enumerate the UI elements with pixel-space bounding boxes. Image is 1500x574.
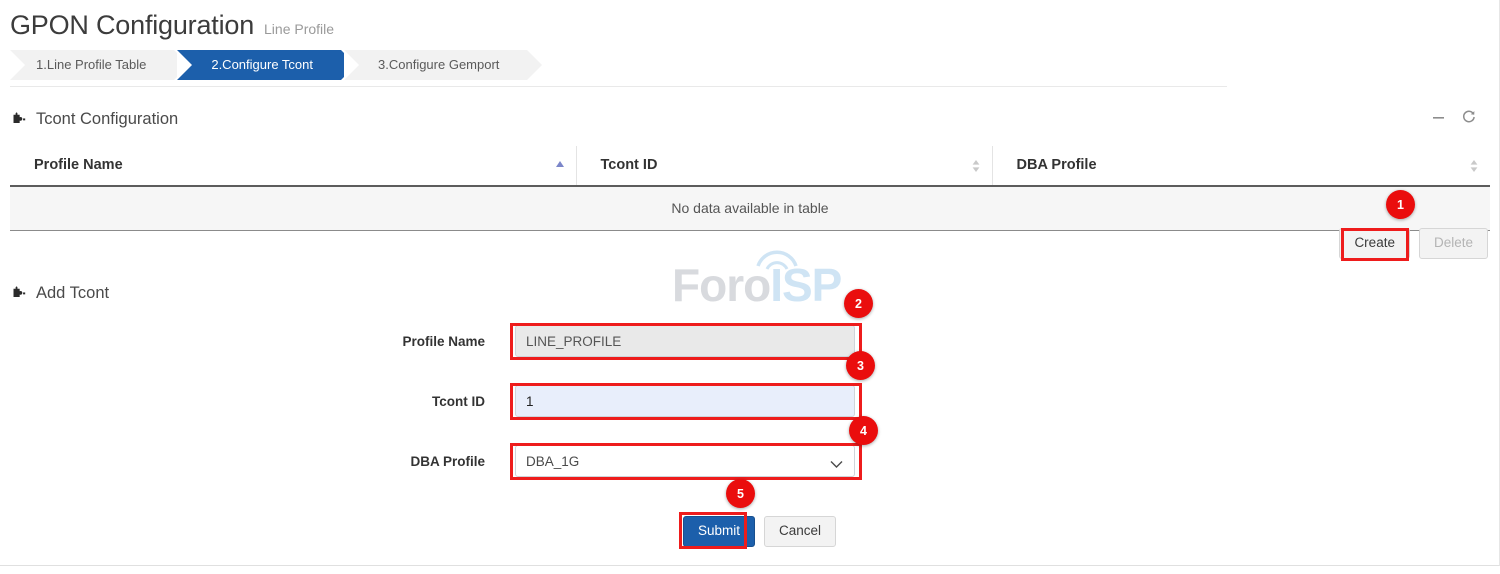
sort-none-icon bbox=[971, 159, 981, 173]
wizard-step-2[interactable]: 2.Configure Tcont bbox=[177, 50, 341, 80]
add-tcont-title: Add Tcont bbox=[36, 284, 109, 303]
create-button[interactable]: Create bbox=[1339, 228, 1410, 259]
table-action-buttons: Create Delete bbox=[1339, 228, 1488, 259]
tcont-configuration-panel-header: Tcont Configuration bbox=[10, 104, 1490, 134]
table-empty-message: No data available in table bbox=[10, 186, 1490, 231]
cancel-button[interactable]: Cancel bbox=[764, 516, 836, 547]
page-header: GPON Configuration Line Profile bbox=[10, 10, 334, 41]
tcont-id-input[interactable] bbox=[515, 385, 855, 417]
delete-button: Delete bbox=[1419, 228, 1488, 259]
add-tcont-header: Add Tcont bbox=[10, 284, 109, 303]
submit-button[interactable]: Submit bbox=[683, 516, 755, 547]
column-header-tcont-id[interactable]: Tcont ID bbox=[576, 146, 992, 186]
table-header-row: Profile Name Tcont ID DBA Profile bbox=[10, 146, 1490, 186]
column-label-dba-profile: DBA Profile bbox=[1017, 157, 1097, 173]
wizard-step-1-label: 1.Line Profile Table bbox=[36, 57, 146, 72]
minimize-icon[interactable] bbox=[1432, 111, 1445, 128]
label-tcont-id: Tcont ID bbox=[300, 385, 485, 419]
wizard-step-3-label: 3.Configure Gemport bbox=[378, 57, 499, 72]
puzzle-piece-icon bbox=[10, 111, 27, 128]
form-row-profile-name: Profile Name bbox=[0, 325, 1500, 359]
column-label-profile-name: Profile Name bbox=[34, 157, 123, 173]
column-header-profile-name[interactable]: Profile Name bbox=[10, 146, 576, 186]
form-row-tcont-id: Tcont ID bbox=[0, 385, 1500, 419]
form-row-dba-profile: DBA Profile DBA_1G bbox=[0, 445, 1500, 479]
refresh-icon[interactable] bbox=[1462, 110, 1476, 128]
wizard-step-3[interactable]: 3.Configure Gemport bbox=[344, 50, 527, 80]
page-frame bbox=[0, 0, 1500, 566]
label-dba-profile: DBA Profile bbox=[300, 445, 485, 479]
profile-name-input[interactable] bbox=[515, 325, 855, 357]
dba-profile-select[interactable]: DBA_1G bbox=[515, 445, 855, 477]
tcont-table: Profile Name Tcont ID DBA Profile bbox=[10, 146, 1490, 231]
sort-none-icon bbox=[1469, 159, 1479, 173]
wizard-steps: 1.Line Profile Table 2.Configure Tcont 3… bbox=[10, 50, 530, 80]
form-action-buttons: Submit Cancel bbox=[683, 516, 836, 547]
sort-ascending-icon bbox=[555, 159, 565, 173]
puzzle-piece-icon bbox=[10, 285, 27, 302]
column-header-dba-profile[interactable]: DBA Profile bbox=[992, 146, 1490, 186]
wizard-step-2-label: 2.Configure Tcont bbox=[211, 57, 313, 72]
header-divider bbox=[10, 86, 1227, 87]
panel-tools bbox=[1432, 104, 1476, 134]
page-subtitle: Line Profile bbox=[264, 21, 334, 37]
column-label-tcont-id: Tcont ID bbox=[601, 157, 658, 173]
wizard-step-1[interactable]: 1.Line Profile Table bbox=[10, 50, 174, 80]
page-title: GPON Configuration bbox=[10, 10, 254, 41]
label-profile-name: Profile Name bbox=[300, 325, 485, 359]
panel-title: Tcont Configuration bbox=[36, 110, 178, 129]
table-empty-row: No data available in table bbox=[10, 186, 1490, 231]
